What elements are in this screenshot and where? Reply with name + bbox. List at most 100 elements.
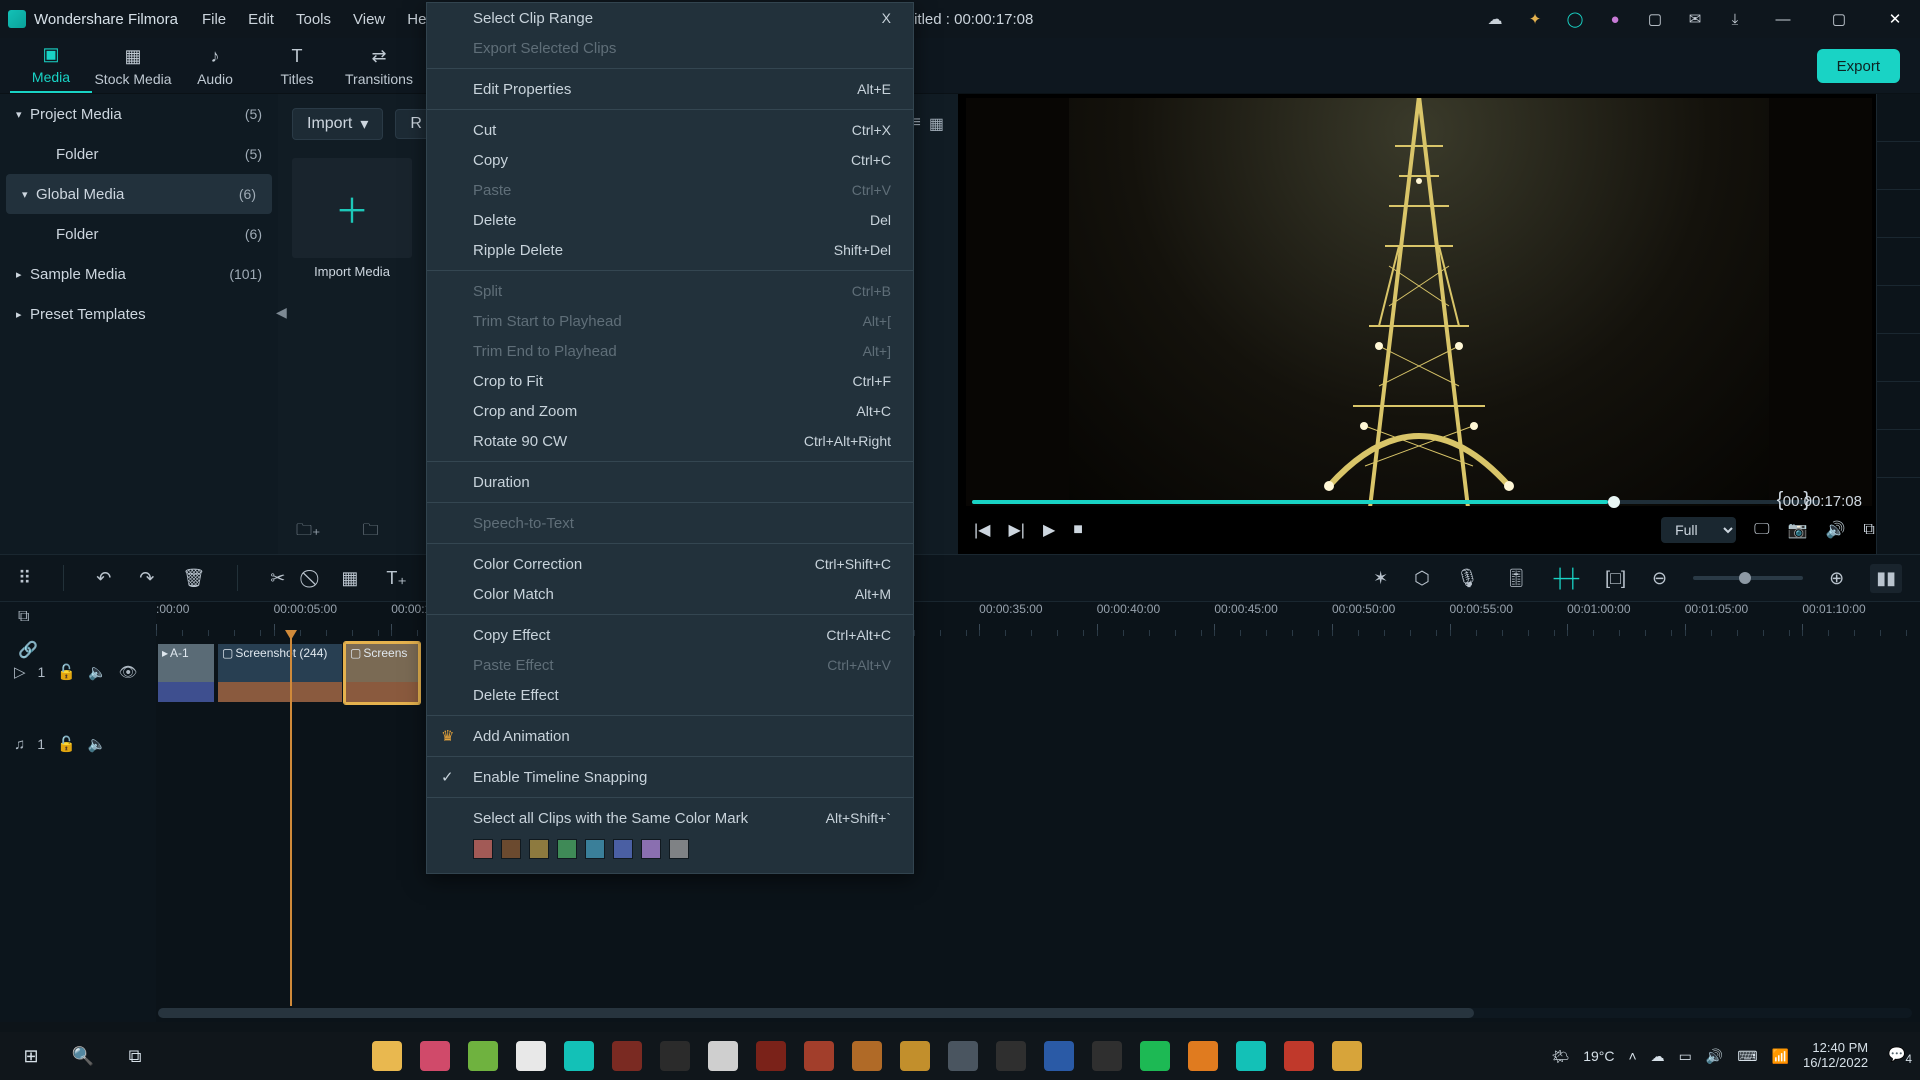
options-icon[interactable]: ⠿ bbox=[18, 568, 31, 589]
menu-item[interactable]: Select all Clips with the Same Color Mar… bbox=[427, 803, 913, 833]
timeline-clip-selected[interactable]: ▢Screens bbox=[344, 642, 420, 704]
taskbar-app[interactable] bbox=[892, 1036, 938, 1076]
menu-item[interactable]: CopyCtrl+C bbox=[427, 145, 913, 175]
marker-icon[interactable]: ⬡ bbox=[1414, 568, 1430, 589]
menu-item[interactable]: Delete Effect bbox=[427, 680, 913, 710]
lock-icon[interactable]: 🔓 bbox=[57, 735, 76, 753]
quality-select[interactable]: Full bbox=[1661, 517, 1736, 543]
prev-frame-icon[interactable]: |◀ bbox=[974, 520, 990, 540]
color-swatch[interactable] bbox=[529, 839, 549, 859]
menu-item[interactable]: Ripple DeleteShift+Del bbox=[427, 235, 913, 265]
taskbar-app[interactable] bbox=[1228, 1036, 1274, 1076]
weather-temp[interactable]: 19°C bbox=[1583, 1048, 1614, 1064]
menu-item[interactable]: Rotate 90 CWCtrl+Alt+Right bbox=[427, 426, 913, 456]
menu-item[interactable]: Select Clip RangeX bbox=[427, 3, 913, 33]
menu-item[interactable]: ✓Enable Timeline Snapping bbox=[427, 762, 913, 792]
window-close[interactable]: ✕ bbox=[1878, 10, 1912, 28]
clock[interactable]: 12:40 PM 16/12/2022 bbox=[1803, 1041, 1874, 1071]
window-minimize[interactable]: — bbox=[1766, 11, 1800, 28]
import-button[interactable]: Import▾ bbox=[292, 108, 383, 140]
taskbar-app[interactable] bbox=[748, 1036, 794, 1076]
zoom-slider[interactable] bbox=[1693, 576, 1803, 580]
play-icon[interactable]: ▶ bbox=[1043, 520, 1055, 540]
color-swatch[interactable] bbox=[641, 839, 661, 859]
taskbar-app[interactable] bbox=[412, 1036, 458, 1076]
taskbar-app[interactable] bbox=[1036, 1036, 1082, 1076]
delete-icon[interactable]: 🗑 bbox=[182, 568, 205, 589]
menu-edit[interactable]: Edit bbox=[248, 11, 274, 28]
taskbar-app[interactable] bbox=[604, 1036, 650, 1076]
cloud-icon[interactable]: ☁ bbox=[1486, 10, 1504, 28]
lock-icon[interactable]: 🔓 bbox=[57, 663, 76, 681]
link-icon[interactable]: 🔗 bbox=[18, 640, 38, 660]
audio-mixer-icon[interactable]: 🎚 bbox=[1505, 568, 1528, 589]
pip-icon[interactable]: ⧉ bbox=[1863, 521, 1874, 539]
tab-media[interactable]: ▣Media bbox=[10, 44, 92, 93]
snap-icon[interactable]: ┼┼ bbox=[1554, 568, 1580, 589]
color-swatch[interactable] bbox=[585, 839, 605, 859]
tab-titles[interactable]: TTitles bbox=[256, 46, 338, 93]
taskbar-app[interactable] bbox=[1180, 1036, 1226, 1076]
volume-icon[interactable]: 🔊 bbox=[1825, 520, 1845, 540]
save-icon[interactable]: ▢ bbox=[1646, 10, 1664, 28]
timeline-clip[interactable]: ▢Screenshot (244) bbox=[216, 642, 344, 704]
timeline-clip[interactable]: ▸A-1 bbox=[156, 642, 216, 704]
wifi-icon[interactable]: 📶 bbox=[1772, 1048, 1789, 1065]
taskbar-app[interactable] bbox=[844, 1036, 890, 1076]
mute-icon[interactable]: 🔈 bbox=[88, 735, 107, 753]
export-button[interactable]: Export bbox=[1817, 49, 1900, 83]
tray-chevron-icon[interactable]: ˄ bbox=[1628, 1048, 1636, 1064]
menu-item[interactable]: Edit PropertiesAlt+E bbox=[427, 74, 913, 104]
start-button[interactable]: ⊞ bbox=[8, 1036, 54, 1076]
menu-item[interactable]: Copy EffectCtrl+Alt+C bbox=[427, 620, 913, 650]
taskbar-app[interactable] bbox=[652, 1036, 698, 1076]
taskbar-app[interactable] bbox=[700, 1036, 746, 1076]
timeline-layout-icon[interactable]: ▮▮ bbox=[1870, 564, 1902, 593]
task-view-icon[interactable]: ⧉ bbox=[112, 1036, 158, 1076]
menu-view[interactable]: View bbox=[353, 11, 385, 28]
weather-icon[interactable]: 🌤 bbox=[1551, 1048, 1569, 1065]
color-swatch[interactable] bbox=[501, 839, 521, 859]
taskbar-app[interactable] bbox=[940, 1036, 986, 1076]
taskbar-app[interactable] bbox=[508, 1036, 554, 1076]
onedrive-icon[interactable]: ☁ bbox=[1651, 1048, 1665, 1065]
headset-icon[interactable]: ◯ bbox=[1566, 10, 1584, 28]
new-folder-icon[interactable]: 🗀₊ bbox=[296, 519, 320, 546]
audio-track-header[interactable]: ♫ 1 🔓 🔈 bbox=[0, 708, 156, 780]
render-icon[interactable]: ✶ bbox=[1373, 568, 1388, 589]
tab-audio[interactable]: ♪Audio bbox=[174, 46, 256, 93]
next-frame-icon[interactable]: ▶| bbox=[1008, 520, 1024, 540]
display-icon[interactable]: 🖵 bbox=[1754, 521, 1769, 539]
taskbar-app[interactable] bbox=[364, 1036, 410, 1076]
zoom-in-icon[interactable]: ⊕ bbox=[1829, 568, 1844, 589]
text-tool-icon[interactable]: T₊ bbox=[386, 568, 407, 589]
taskbar-app[interactable] bbox=[1132, 1036, 1178, 1076]
sound-icon[interactable]: 🔊 bbox=[1706, 1048, 1723, 1065]
updates-icon[interactable]: ⤓ bbox=[1726, 10, 1744, 28]
menu-item[interactable]: Duration bbox=[427, 467, 913, 497]
taskbar-app[interactable] bbox=[460, 1036, 506, 1076]
sidebar-item[interactable]: ▸Sample Media(101) bbox=[0, 254, 278, 294]
redo-icon[interactable]: ↷ bbox=[139, 568, 154, 589]
taskbar-app[interactable] bbox=[1084, 1036, 1130, 1076]
sidebar-item[interactable]: ▾Global Media(6) bbox=[6, 174, 272, 214]
split-icon[interactable]: ✂ bbox=[270, 568, 285, 589]
menu-item[interactable]: DeleteDel bbox=[427, 205, 913, 235]
taskbar-app[interactable] bbox=[556, 1036, 602, 1076]
menu-item[interactable]: CutCtrl+X bbox=[427, 115, 913, 145]
visibility-icon[interactable]: 👁 bbox=[119, 663, 138, 681]
snapshot-icon[interactable]: 📷 bbox=[1788, 520, 1808, 540]
menu-item[interactable]: Color CorrectionCtrl+Shift+C bbox=[427, 549, 913, 579]
taskbar-app[interactable] bbox=[1324, 1036, 1370, 1076]
mail-icon[interactable]: ✉ bbox=[1686, 10, 1704, 28]
zoom-out-icon[interactable]: ⊖ bbox=[1652, 568, 1667, 589]
timeline-scrollbar[interactable] bbox=[158, 1008, 1912, 1018]
preview-scrubber[interactable] bbox=[972, 500, 1820, 504]
tab-stock-media[interactable]: ▦Stock Media bbox=[92, 46, 174, 93]
open-folder-icon[interactable]: 🗀 bbox=[362, 519, 378, 546]
sidebar-item[interactable]: Folder(5) bbox=[0, 134, 278, 174]
voiceover-icon[interactable]: 🎙 bbox=[1456, 568, 1479, 589]
tab-transitions[interactable]: ⇄Transitions bbox=[338, 46, 420, 93]
sidebar-item[interactable]: Folder(6) bbox=[0, 214, 278, 254]
taskbar-app[interactable] bbox=[988, 1036, 1034, 1076]
